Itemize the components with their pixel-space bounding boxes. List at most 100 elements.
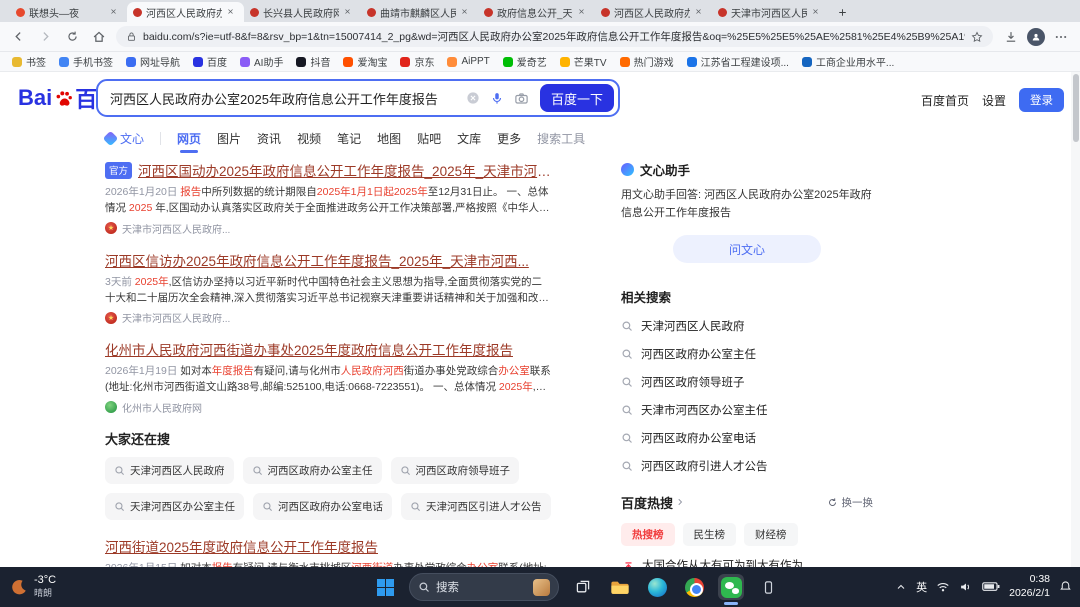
forward-icon[interactable]	[35, 27, 55, 47]
bookmark-item[interactable]: 爱淘宝	[343, 54, 387, 69]
bookmark-item[interactable]: 爱奇艺	[502, 54, 547, 69]
chrome-browser-button[interactable]	[681, 574, 707, 600]
tab-maps[interactable]: 地图	[377, 130, 401, 147]
tab-close-icon[interactable]	[226, 7, 238, 18]
hot-tab-livelihood[interactable]: 民生榜	[682, 523, 736, 547]
related-search-item[interactable]: 天津河西区人民政府	[621, 318, 873, 334]
home-icon[interactable]	[89, 27, 109, 47]
ask-wenxin-button[interactable]: 问文心	[673, 235, 821, 264]
image-search-icon[interactable]	[514, 91, 529, 106]
battery-icon[interactable]	[982, 578, 1000, 596]
tab-more[interactable]: 更多	[497, 130, 521, 147]
browser-tab[interactable]: 曲靖市麒麟区人民政...	[361, 2, 478, 22]
bookmark-item[interactable]: 工商企业用水平...	[801, 54, 894, 69]
result-title-link[interactable]: 化州市人民政府河西街道办事处2025年度政府信息公开工作年度报告	[105, 339, 551, 359]
tab-wenku[interactable]: 文库	[457, 130, 481, 147]
phone-link-button[interactable]	[755, 574, 781, 600]
related-search-item[interactable]: 河西区政府引进人才公告	[621, 458, 873, 474]
bookmark-item[interactable]: 热门游戏	[619, 54, 674, 69]
address-bar[interactable]: baidu.com/s?ie=utf-8&f=8&rsv_bp=1&tn=150…	[116, 26, 993, 47]
tab-news[interactable]: 资讯	[257, 130, 281, 147]
baidu-home-link[interactable]: 百度首页	[921, 92, 969, 109]
bookmark-item[interactable]: 京东	[400, 54, 434, 69]
taskbar-search[interactable]: 搜索	[409, 573, 559, 601]
new-tab-button[interactable]	[833, 3, 851, 21]
related-chip[interactable]: 天津河西区办公室主任	[105, 492, 244, 520]
bookmark-item[interactable]: 百度	[193, 54, 227, 69]
browser-tab[interactable]: 联想头—夜	[10, 2, 127, 22]
tab-close-icon[interactable]	[460, 7, 472, 18]
hot-search-item[interactable]: 大国合作从大有可为到大有作为	[621, 557, 873, 567]
result-source[interactable]: 化州市人民政府网	[105, 400, 551, 415]
search-input[interactable]: 河西区人民政府办公室2025年政府信息公开工作年度报告	[98, 89, 461, 108]
tab-tieba[interactable]: 贴吧	[417, 130, 441, 147]
tab-images[interactable]: 图片	[217, 130, 241, 147]
input-method-indicator[interactable]: 英	[916, 579, 927, 595]
task-view-button[interactable]	[570, 574, 596, 600]
tab-close-icon[interactable]	[577, 7, 589, 18]
tab-web[interactable]: 网页	[177, 130, 201, 147]
voice-search-icon[interactable]	[490, 91, 504, 105]
clear-input-icon[interactable]	[466, 91, 480, 105]
hot-tab-finance[interactable]: 财经榜	[744, 523, 798, 547]
tray-overflow-icon[interactable]	[895, 578, 907, 596]
bookmark-item[interactable]: AiPPT	[447, 56, 490, 67]
browser-tab[interactable]: 政府信息公开_天津市	[478, 2, 595, 22]
weather-widget[interactable]: -3°C 晴朗	[10, 574, 56, 599]
related-search-item[interactable]: 河西区政府办公室主任	[621, 346, 873, 362]
page-scrollbar[interactable]	[1071, 72, 1080, 567]
browser-tab-active[interactable]: 河西区人民政府办公...	[127, 2, 244, 22]
hot-tab-trending[interactable]: 热搜榜	[621, 523, 675, 547]
address-url[interactable]: baidu.com/s?ie=utf-8&f=8&rsv_bp=1&tn=150…	[143, 29, 965, 44]
taskbar-clock[interactable]: 0:38 2026/2/1	[1009, 573, 1050, 600]
result-title-link[interactable]: 河西街道2025年度政府信息公开工作年度报告	[105, 536, 551, 556]
result-title-link[interactable]: 河西区信访办2025年政府信息公开工作年度报告_2025年_天津市河西...	[105, 250, 551, 270]
scrollbar-thumb[interactable]	[1072, 74, 1079, 142]
result-source[interactable]: ★ 天津市河西区人民政府...	[105, 221, 551, 236]
related-search-item[interactable]: 河西区政府领导班子	[621, 374, 873, 390]
result-source[interactable]: ★ 天津市河西区人民政府...	[105, 310, 551, 325]
related-search-item[interactable]: 河西区政府办公室电话	[621, 430, 873, 446]
result-title-link[interactable]: 官方 河西区国动办2025年政府信息公开工作年度报告_2025年_天津市河西..…	[105, 160, 551, 180]
wechat-button[interactable]	[718, 574, 744, 600]
related-chip[interactable]: 河西区政府领导班子	[390, 456, 519, 484]
tab-video[interactable]: 视频	[297, 130, 321, 147]
tab-close-icon[interactable]	[694, 7, 706, 18]
browser-tab[interactable]: 长兴县人民政府网	[244, 2, 361, 22]
file-explorer-button[interactable]	[607, 574, 633, 600]
hot-search-title[interactable]: 百度热搜	[621, 493, 673, 512]
favorite-star-icon[interactable]	[971, 31, 983, 43]
browser-tab[interactable]: 河西区人民政府办公...	[595, 2, 712, 22]
search-tools[interactable]: 搜索工具	[537, 130, 585, 147]
related-chip[interactable]: 天津河西区人民政府	[105, 456, 234, 484]
reload-icon[interactable]	[62, 27, 82, 47]
bookmark-item[interactable]: 抖音	[296, 54, 330, 69]
site-security-icon[interactable]	[126, 31, 137, 42]
bookmark-item[interactable]: 书签	[12, 54, 46, 69]
settings-link[interactable]: 设置	[982, 92, 1006, 109]
tab-close-icon[interactable]	[343, 7, 355, 18]
browser-tab[interactable]: 天津市河西区人民政...	[712, 2, 829, 22]
bookmark-item[interactable]: 芒果TV	[559, 54, 607, 69]
bookmark-item[interactable]: AI助手	[240, 54, 283, 69]
search-button[interactable]: 百度一下	[540, 84, 614, 112]
tab-notes[interactable]: 笔记	[337, 130, 361, 147]
related-chip[interactable]: 天津河西区引进人才公告	[401, 492, 551, 520]
related-search-item[interactable]: 天津市河西区办公室主任	[621, 402, 873, 418]
refresh-hot-list[interactable]: 换一换	[827, 495, 873, 510]
wifi-icon[interactable]	[936, 578, 950, 596]
notifications-icon[interactable]	[1059, 578, 1072, 596]
bookmark-item[interactable]: 江苏省工程建设项...	[686, 54, 789, 69]
volume-icon[interactable]	[959, 578, 973, 596]
downloads-icon[interactable]	[1004, 30, 1018, 44]
tab-wenxin[interactable]: 文心	[102, 130, 144, 147]
bookmark-item[interactable]: 手机书签	[59, 54, 113, 69]
login-button[interactable]: 登录	[1019, 88, 1064, 112]
edge-browser-button[interactable]	[644, 574, 670, 600]
bookmark-item[interactable]: 网址导航	[126, 54, 180, 69]
tab-close-icon[interactable]	[109, 7, 121, 18]
tab-close-icon[interactable]	[811, 7, 823, 18]
browser-menu-icon[interactable]	[1054, 30, 1068, 44]
back-icon[interactable]	[8, 27, 28, 47]
profile-avatar[interactable]	[1027, 27, 1045, 46]
